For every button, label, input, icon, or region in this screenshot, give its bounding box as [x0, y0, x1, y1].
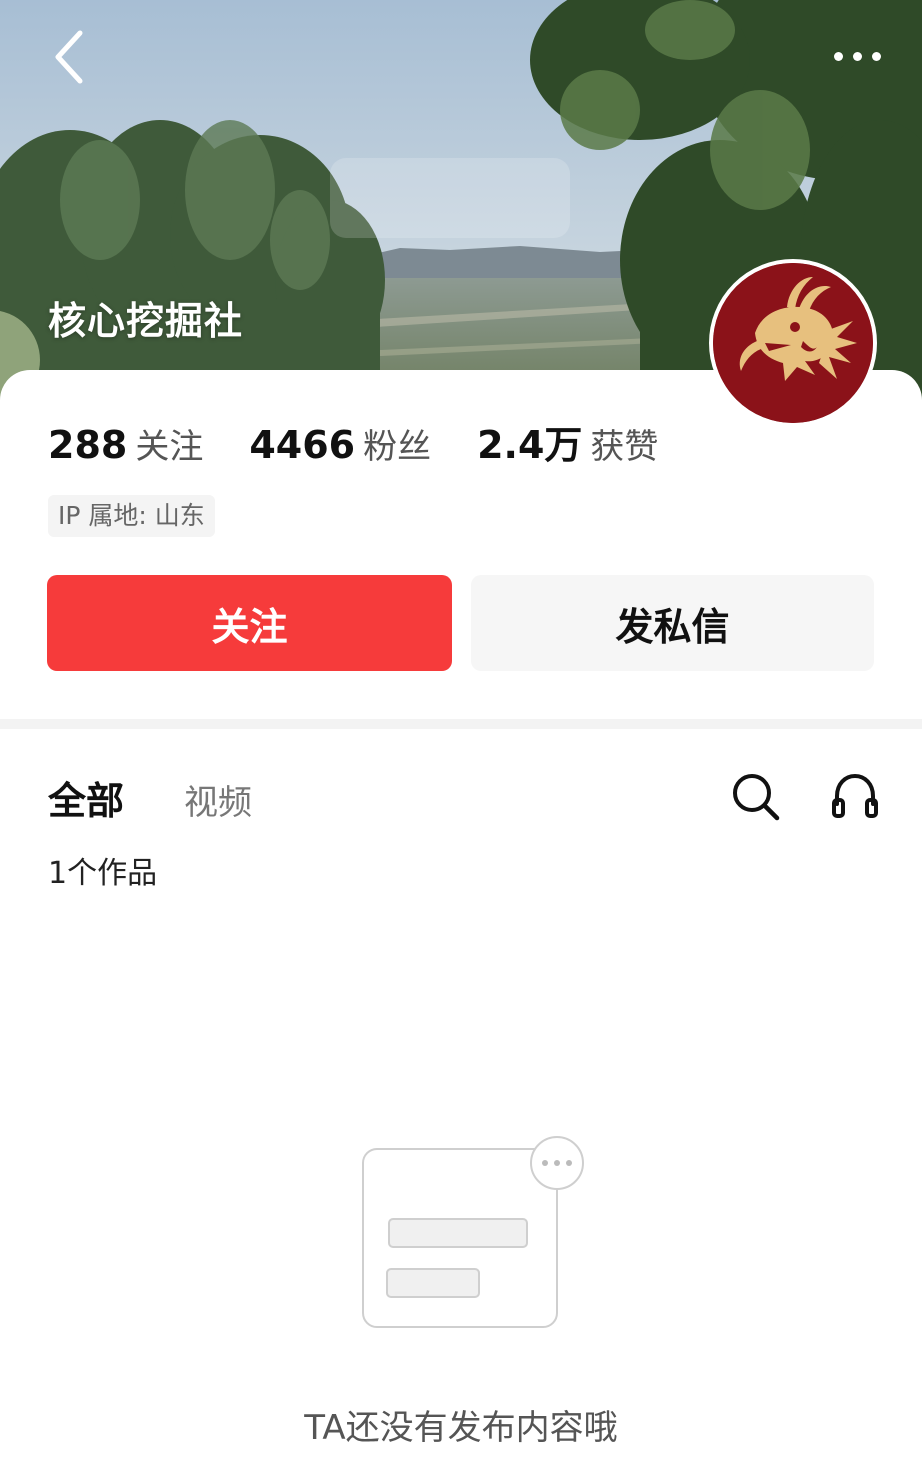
works-count: 1个作品	[48, 856, 158, 891]
stat-followers-label: 粉丝	[363, 427, 432, 467]
listen-button[interactable]	[827, 768, 883, 824]
tab-all[interactable]: 全部	[48, 770, 124, 825]
back-button[interactable]	[40, 26, 96, 88]
more-button[interactable]	[822, 34, 892, 78]
stat-followers[interactable]: 4466 粉丝	[249, 419, 431, 468]
follow-button[interactable]: 关注	[47, 575, 452, 671]
stat-followers-value: 4466	[249, 423, 356, 467]
empty-document-icon	[362, 1136, 584, 1328]
empty-state-illustration	[355, 1135, 595, 1335]
search-icon	[733, 774, 780, 821]
dragon-avatar-icon	[713, 263, 873, 423]
chevron-left-icon	[55, 30, 83, 84]
stat-following-value: 288	[48, 423, 128, 467]
section-divider	[0, 719, 922, 729]
stat-likes-value: 2.4万	[477, 423, 583, 467]
stat-likes-label: 获赞	[590, 427, 659, 467]
empty-state-text: TA还没有发布内容哦	[304, 1408, 618, 1448]
stat-following[interactable]: 288 关注	[48, 419, 203, 468]
stat-following-label: 关注	[135, 427, 204, 467]
stat-likes[interactable]: 2.4万 获赞	[477, 414, 658, 469]
headphone-icon	[832, 773, 878, 818]
more-dots-icon	[833, 51, 843, 61]
ip-location-tag: IP 属地: 山东	[48, 495, 215, 537]
avatar[interactable]	[709, 259, 877, 427]
message-button[interactable]: 发私信	[471, 575, 874, 671]
profile-name: 核心挖掘社	[48, 299, 244, 343]
tab-video[interactable]: 视频	[184, 775, 252, 824]
search-button[interactable]	[727, 768, 783, 824]
profile-stats: 288 关注 4466 粉丝 2.4万 获赞	[48, 414, 704, 469]
